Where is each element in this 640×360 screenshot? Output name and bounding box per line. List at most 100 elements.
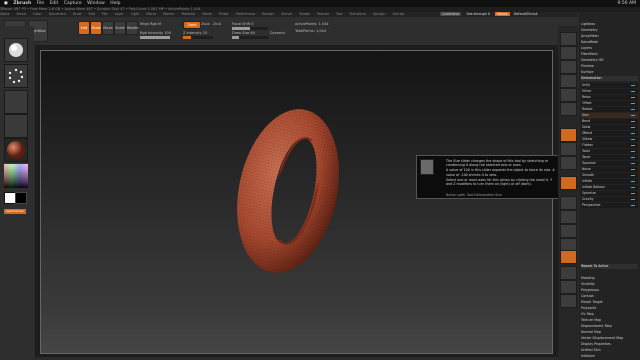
palette-light[interactable]: Light xyxy=(131,12,139,16)
transp-button[interactable] xyxy=(560,266,577,280)
rotate-button[interactable]: Rotate xyxy=(126,21,138,35)
slider-smooth[interactable]: Smooth xyxy=(581,173,638,178)
palette-macro[interactable]: Macro xyxy=(146,12,156,16)
panel-layers[interactable]: Layers xyxy=(581,46,638,51)
rgb-intensity-slider[interactable] xyxy=(140,36,170,39)
menu-capture[interactable]: Capture xyxy=(64,1,82,6)
document-viewport[interactable] xyxy=(40,50,553,354)
palette-zplugin[interactable]: Zplugin xyxy=(373,12,385,16)
draw-size-slider[interactable] xyxy=(232,36,268,39)
apple-icon[interactable]: ● xyxy=(4,1,8,6)
palette-texture[interactable]: Texture xyxy=(317,12,329,16)
palette-marker[interactable]: Marker xyxy=(163,12,174,16)
slider-size[interactable]: Size xyxy=(581,113,638,118)
panel-displacement-map[interactable]: Displacement Map xyxy=(581,324,638,329)
panel-unified-skin[interactable]: Unified Skin xyxy=(581,348,638,353)
palette-layer[interactable]: Layer xyxy=(115,12,124,16)
palette-brush[interactable]: Brush xyxy=(16,12,26,16)
bpr-button[interactable] xyxy=(560,32,577,46)
panel-arraymesh[interactable]: ArrayMesh xyxy=(581,34,638,39)
polyf-button[interactable] xyxy=(560,250,577,264)
palette-stroke[interactable]: Stroke xyxy=(299,12,310,16)
m-button[interactable]: M xyxy=(158,22,161,26)
palette-zscript[interactable]: Zscript xyxy=(393,12,404,16)
move-view-button[interactable] xyxy=(560,210,577,224)
menu-file[interactable]: File xyxy=(37,1,45,6)
z-intensity-slider[interactable] xyxy=(183,36,213,39)
menu-window[interactable]: Window xyxy=(87,1,105,6)
secondary-color-swatch[interactable] xyxy=(15,192,27,204)
palette-edit[interactable]: Edit xyxy=(89,12,95,16)
palette-picker[interactable]: Picker xyxy=(219,12,229,16)
slider-sskew[interactable]: SSkew xyxy=(581,137,638,142)
mrgb-button[interactable]: Mrgb xyxy=(140,22,149,26)
deformation-header[interactable]: Deformation xyxy=(581,76,638,81)
palette-alpha[interactable]: Alpha xyxy=(0,12,9,16)
panel-morph-target[interactable]: Morph Target xyxy=(581,300,638,305)
menu-edit[interactable]: Edit xyxy=(50,1,59,6)
zoom-button[interactable] xyxy=(560,74,577,88)
zsub-button[interactable]: Zsub xyxy=(201,22,210,26)
brush-thumbnail[interactable] xyxy=(4,38,28,62)
panel-initialize[interactable]: Initialize xyxy=(581,354,638,359)
zcut-button[interactable]: Zcut xyxy=(213,22,221,26)
spix-button[interactable] xyxy=(560,46,577,60)
slider-taper[interactable]: Taper xyxy=(581,155,638,160)
panel-vector-displacement-map[interactable]: Vector Displacement Map xyxy=(581,336,638,341)
palette-movie[interactable]: Movie xyxy=(202,12,212,16)
palette-stencil[interactable]: Stencil xyxy=(281,12,292,16)
slider-twist[interactable]: Twist xyxy=(581,149,638,154)
panel-preview[interactable]: Preview xyxy=(581,64,638,69)
edit-button[interactable]: Edit xyxy=(78,21,90,35)
slider-offset[interactable]: Offset xyxy=(581,101,638,106)
panel-visibility[interactable]: Visibility xyxy=(581,282,638,287)
slider-flatten[interactable]: Flatten xyxy=(581,143,638,148)
panel-masking[interactable]: Masking xyxy=(581,276,638,281)
color-picker[interactable] xyxy=(4,164,28,188)
slider-inflate-balloon[interactable]: Inflate Balloon xyxy=(581,185,638,190)
menus-button[interactable]: Menus xyxy=(495,12,510,16)
menu-app[interactable]: Zbrush xyxy=(13,1,31,6)
panel-polygroups[interactable]: Polygroups xyxy=(581,288,638,293)
slider-bend[interactable]: Bend xyxy=(581,119,638,124)
torus-model[interactable] xyxy=(41,51,552,353)
palette-transform[interactable]: Transform xyxy=(350,12,366,16)
panel-texture-map[interactable]: Texture Map xyxy=(581,318,638,323)
panel-uv-map[interactable]: UV Map xyxy=(581,312,638,317)
palette-preferences[interactable]: Preferences xyxy=(236,12,255,16)
palette-file[interactable]: File xyxy=(102,12,108,16)
stroke-thumbnail[interactable] xyxy=(4,64,28,88)
solo-button[interactable] xyxy=(560,280,577,294)
slider-sbend[interactable]: SBend xyxy=(581,131,638,136)
panel-display-properties[interactable]: Display Properties xyxy=(581,342,638,347)
frame-button[interactable] xyxy=(560,196,577,210)
slider-noise[interactable]: Noise xyxy=(581,167,638,172)
rgb-button[interactable]: Rgb xyxy=(150,22,157,26)
panel-fibermesh[interactable]: FiberMesh xyxy=(581,52,638,57)
panel-geometry-hd[interactable]: Geometry HD xyxy=(581,58,638,63)
palette-draw[interactable]: Draw xyxy=(73,12,82,16)
alpha-thumbnail[interactable] xyxy=(4,90,28,114)
slider-perspective[interactable]: Perspective xyxy=(581,203,638,208)
slider-unify[interactable]: Unify xyxy=(581,83,638,88)
local-button[interactable] xyxy=(560,156,577,170)
actual-button[interactable] xyxy=(560,88,577,102)
panel-lightbox[interactable]: Lightbox xyxy=(581,22,638,27)
switch-color-button[interactable]: SwitchColor xyxy=(4,209,26,214)
palette-material[interactable]: Material xyxy=(182,12,195,16)
quicksave-button[interactable]: QuickSave xyxy=(440,12,462,16)
palette-render[interactable]: Render xyxy=(262,12,274,16)
slider-squeeze[interactable]: Squeeze xyxy=(581,161,638,166)
xpose-button[interactable] xyxy=(560,294,577,308)
draw-button[interactable]: Draw xyxy=(90,21,102,35)
scroll-button[interactable] xyxy=(560,60,577,74)
material-thumbnail[interactable] xyxy=(4,138,28,162)
floor-button[interactable] xyxy=(560,142,577,156)
seethrough-slider[interactable]: See-through 0 xyxy=(466,12,489,16)
panel-geometry[interactable]: Geometry xyxy=(581,28,638,33)
slider-skew[interactable]: Skew xyxy=(581,125,638,130)
zadd-button[interactable]: Zadd xyxy=(183,21,201,29)
palette-color[interactable]: Color xyxy=(33,12,42,16)
slider-relax[interactable]: Relax xyxy=(581,95,638,100)
slider-rotate[interactable]: Rotate xyxy=(581,107,638,112)
